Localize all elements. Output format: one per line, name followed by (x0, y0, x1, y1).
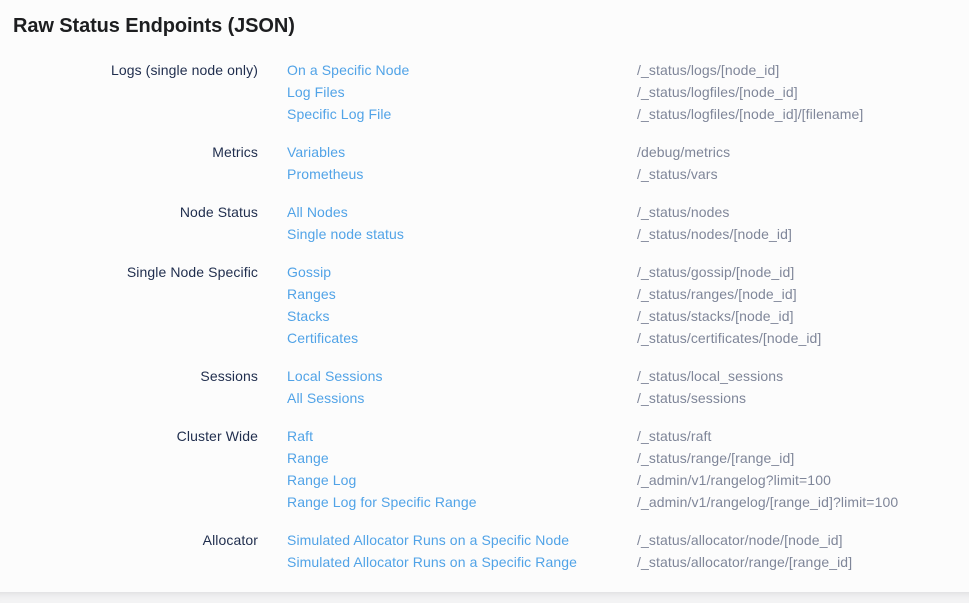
endpoint-row: Range Log /_admin/v1/rangelog?limit=100 (287, 469, 969, 491)
endpoint-row: Ranges /_status/ranges/[node_id] (287, 283, 969, 305)
endpoint-path: /_status/vars (637, 163, 718, 185)
endpoint-link[interactable]: All Nodes (287, 201, 637, 223)
endpoint-path: /_status/range/[range_id] (637, 447, 794, 469)
endpoint-group: Single Node Specific Gossip /_status/gos… (0, 261, 969, 349)
category-label: Metrics (0, 141, 258, 185)
endpoint-link[interactable]: Range Log (287, 469, 637, 491)
endpoint-path: /_status/logfiles/[node_id] (637, 81, 798, 103)
endpoint-link[interactable]: Range (287, 447, 637, 469)
category-label: Cluster Wide (0, 425, 258, 513)
endpoint-path: /_status/logfiles/[node_id]/[filename] (637, 103, 863, 125)
endpoint-link[interactable]: Simulated Allocator Runs on a Specific R… (287, 551, 637, 573)
endpoint-link[interactable]: Single node status (287, 223, 637, 245)
endpoint-link[interactable]: Local Sessions (287, 365, 637, 387)
endpoint-link[interactable]: All Sessions (287, 387, 637, 409)
group-rows: All Nodes /_status/nodes Single node sta… (287, 201, 969, 245)
endpoint-row: Certificates /_status/certificates/[node… (287, 327, 969, 349)
endpoint-row: Range Log for Specific Range /_admin/v1/… (287, 491, 969, 513)
endpoint-path: /_status/local_sessions (637, 365, 783, 387)
group-rows: Raft /_status/raft Range /_status/range/… (287, 425, 969, 513)
endpoint-group: Metrics Variables /debug/metrics Prometh… (0, 141, 969, 185)
group-rows: Variables /debug/metrics Prometheus /_st… (287, 141, 969, 185)
endpoint-group: Logs (single node only) On a Specific No… (0, 59, 969, 125)
group-rows: Gossip /_status/gossip/[node_id] Ranges … (287, 261, 969, 349)
endpoint-group: Allocator Simulated Allocator Runs on a … (0, 529, 969, 573)
endpoint-row: Variables /debug/metrics (287, 141, 969, 163)
endpoint-path: /debug/metrics (637, 141, 730, 163)
endpoint-row: Simulated Allocator Runs on a Specific N… (287, 529, 969, 551)
category-label: Node Status (0, 201, 258, 245)
footer-strip (0, 592, 969, 603)
endpoint-row: Range /_status/range/[range_id] (287, 447, 969, 469)
endpoint-row: Gossip /_status/gossip/[node_id] (287, 261, 969, 283)
group-rows: On a Specific Node /_status/logs/[node_i… (287, 59, 969, 125)
endpoint-row: Log Files /_status/logfiles/[node_id] (287, 81, 969, 103)
endpoint-path: /_status/nodes/[node_id] (637, 223, 792, 245)
endpoint-row: On a Specific Node /_status/logs/[node_i… (287, 59, 969, 81)
endpoint-path: /_status/certificates/[node_id] (637, 327, 821, 349)
endpoint-path: /_status/allocator/node/[node_id] (637, 529, 843, 551)
endpoint-group: Node Status All Nodes /_status/nodes Sin… (0, 201, 969, 245)
endpoint-path: /_status/logs/[node_id] (637, 59, 779, 81)
endpoint-path: /_status/stacks/[node_id] (637, 305, 794, 327)
endpoint-row: Specific Log File /_status/logfiles/[nod… (287, 103, 969, 125)
endpoint-path: /_status/raft (637, 425, 711, 447)
group-rows: Simulated Allocator Runs on a Specific N… (287, 529, 969, 573)
endpoint-row: Prometheus /_status/vars (287, 163, 969, 185)
group-rows: Local Sessions /_status/local_sessions A… (287, 365, 969, 409)
endpoint-path: /_admin/v1/rangelog?limit=100 (637, 469, 831, 491)
endpoint-link[interactable]: Certificates (287, 327, 637, 349)
endpoint-row: All Nodes /_status/nodes (287, 201, 969, 223)
endpoint-path: /_status/ranges/[node_id] (637, 283, 797, 305)
category-label: Logs (single node only) (0, 59, 258, 125)
endpoint-link[interactable]: Gossip (287, 261, 637, 283)
endpoint-link[interactable]: Simulated Allocator Runs on a Specific N… (287, 529, 637, 551)
endpoint-row: Simulated Allocator Runs on a Specific R… (287, 551, 969, 573)
endpoint-path: /_status/allocator/range/[range_id] (637, 551, 852, 573)
endpoint-path: /_status/sessions (637, 387, 746, 409)
endpoint-link[interactable]: Log Files (287, 81, 637, 103)
endpoint-link[interactable]: Raft (287, 425, 637, 447)
endpoint-group: Cluster Wide Raft /_status/raft Range /_… (0, 425, 969, 513)
endpoint-link[interactable]: Range Log for Specific Range (287, 491, 637, 513)
endpoint-link[interactable]: Prometheus (287, 163, 637, 185)
endpoint-link[interactable]: Stacks (287, 305, 637, 327)
endpoint-row: All Sessions /_status/sessions (287, 387, 969, 409)
category-label: Allocator (0, 529, 258, 573)
endpoint-row: Raft /_status/raft (287, 425, 969, 447)
endpoint-link[interactable]: Ranges (287, 283, 637, 305)
endpoint-row: Local Sessions /_status/local_sessions (287, 365, 969, 387)
endpoint-link[interactable]: On a Specific Node (287, 59, 637, 81)
endpoint-link[interactable]: Variables (287, 141, 637, 163)
endpoint-path: /_admin/v1/rangelog/[range_id]?limit=100 (637, 491, 898, 513)
raw-status-endpoints-page: Raw Status Endpoints (JSON) Logs (single… (0, 12, 969, 603)
endpoint-path: /_status/gossip/[node_id] (637, 261, 794, 283)
endpoint-path: /_status/nodes (637, 201, 729, 223)
category-label: Sessions (0, 365, 258, 409)
page-title: Raw Status Endpoints (JSON) (13, 12, 969, 40)
endpoint-groups: Logs (single node only) On a Specific No… (0, 59, 969, 573)
endpoint-group: Sessions Local Sessions /_status/local_s… (0, 365, 969, 409)
endpoint-link[interactable]: Specific Log File (287, 103, 637, 125)
endpoint-row: Single node status /_status/nodes/[node_… (287, 223, 969, 245)
category-label: Single Node Specific (0, 261, 258, 349)
endpoint-row: Stacks /_status/stacks/[node_id] (287, 305, 969, 327)
